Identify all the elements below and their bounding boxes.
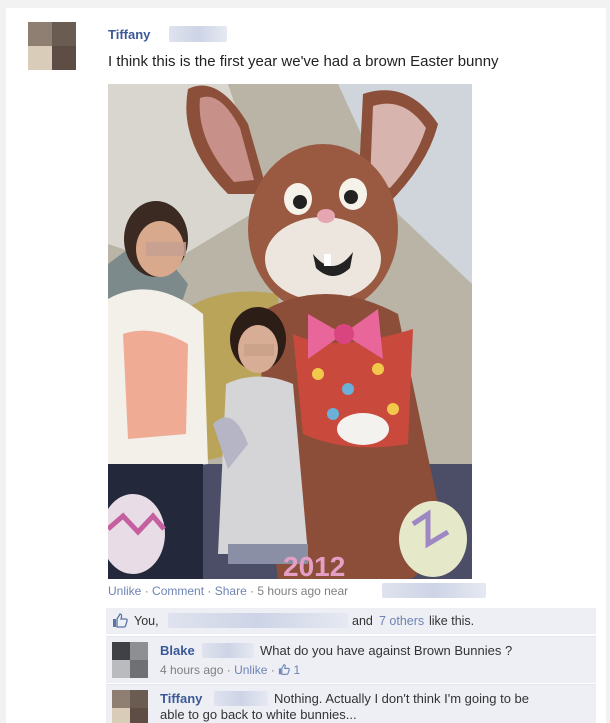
separator: · (204, 584, 215, 598)
likes-others-link[interactable]: 7 others (379, 614, 424, 628)
post-text: I think this is the first year we've had… (108, 53, 499, 70)
like-thumb-icon (278, 664, 290, 678)
author-name[interactable]: Tiffany (108, 27, 150, 42)
feed-story: Tiffany I think this is the first year w… (6, 8, 606, 723)
comment-unlike-link[interactable]: Unlike (234, 663, 267, 677)
comment-item: Tiffany Nothing. Actually I don't think … (106, 684, 596, 723)
likes-and: and (352, 614, 373, 628)
like-thumb-icon (112, 613, 128, 631)
separator: · (246, 584, 258, 598)
commenter-name-redaction (202, 643, 254, 658)
share-link[interactable]: Share (215, 584, 247, 598)
comment-item: Blake What do you have against Brown Bun… (106, 636, 596, 683)
post-actions: Unlike · Comment · Share · 5 hours ago n… (108, 584, 348, 598)
post-photo[interactable]: 2012 (108, 84, 472, 579)
post-timestamp[interactable]: 5 hours ago near (257, 584, 348, 598)
commenter-avatar[interactable] (112, 690, 148, 723)
comment-text-line1: Nothing. Actually I don't think I'm goin… (274, 691, 530, 706)
easter-bunny-photo-svg: 2012 (108, 84, 472, 579)
likes-you[interactable]: You, (134, 614, 159, 628)
commenter-name[interactable]: Blake (160, 643, 195, 658)
likes-suffix: like this. (429, 614, 475, 628)
liker-name-redaction (168, 613, 348, 628)
commenter-avatar[interactable] (112, 642, 148, 678)
commenter-name[interactable]: Tiffany (160, 691, 202, 706)
comment-meta: 4 hours ago · Unlike · 1 (160, 663, 301, 678)
unlike-link[interactable]: Unlike (108, 584, 141, 598)
author-avatar[interactable] (28, 22, 76, 70)
photo-year-text: 2012 (283, 551, 345, 579)
comment-timestamp[interactable]: 4 hours ago (160, 663, 223, 677)
comment-like-count[interactable]: 1 (293, 663, 300, 677)
likes-bar: You, and 7 others like this. (106, 608, 596, 634)
comment-text-line2: able to go back to white bunnies... (160, 707, 357, 722)
location-redaction (382, 583, 486, 598)
commenter-name-redaction (214, 691, 268, 706)
separator: · (141, 584, 153, 598)
author-name-redaction (169, 26, 227, 42)
comment-link[interactable]: Comment (152, 584, 204, 598)
comment-text: What do you have against Brown Bunnies ? (260, 643, 513, 658)
